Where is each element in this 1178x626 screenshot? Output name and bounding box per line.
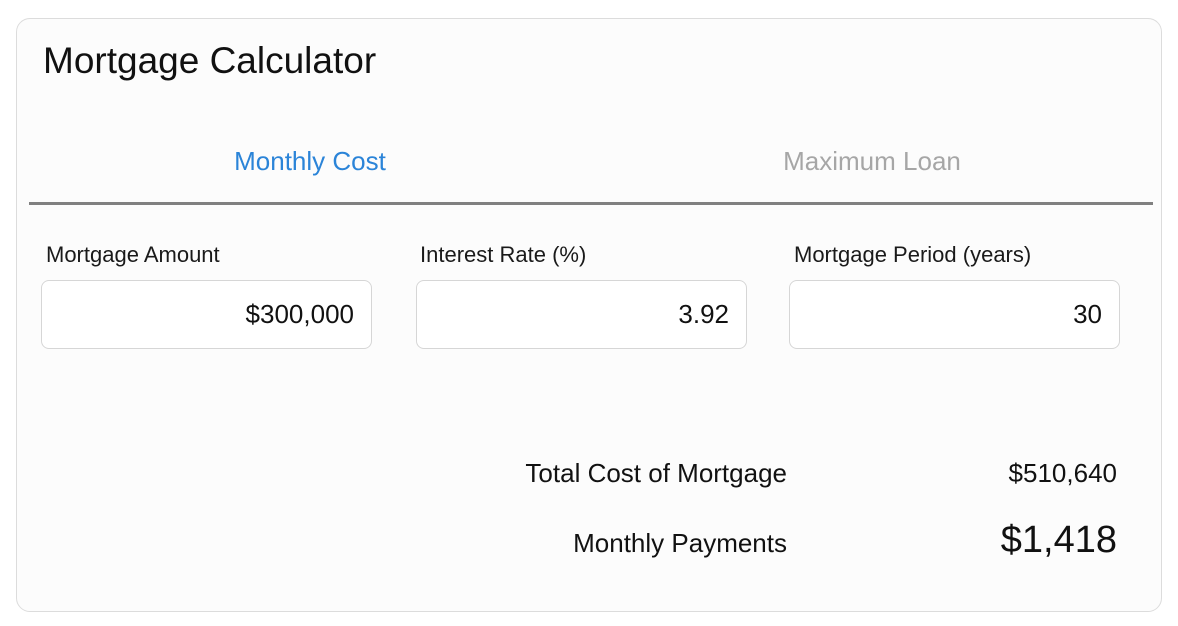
tab-bar: Monthly Cost Maximum Loan	[29, 139, 1153, 205]
total-cost-label: Total Cost of Mortgage	[525, 458, 787, 488]
mortgage-calculator-card: Mortgage Calculator Monthly Cost Maximum…	[16, 18, 1162, 612]
mortgage-amount-input[interactable]	[41, 280, 372, 349]
tab-divider	[29, 202, 1153, 205]
monthly-payments-value: $1,418	[1000, 519, 1117, 561]
tab-monthly-cost[interactable]: Monthly Cost	[29, 139, 591, 205]
interest-rate-input[interactable]	[416, 280, 747, 349]
interest-rate-label: Interest Rate (%)	[420, 242, 587, 267]
tab-maximum-loan[interactable]: Maximum Loan	[591, 139, 1153, 205]
page-title: Mortgage Calculator	[43, 40, 377, 81]
mortgage-period-input[interactable]	[789, 280, 1120, 349]
mortgage-period-label: Mortgage Period (years)	[794, 242, 1032, 267]
total-cost-value: $510,640	[1008, 458, 1117, 488]
mortgage-amount-label: Mortgage Amount	[46, 242, 220, 267]
monthly-payments-label: Monthly Payments	[573, 528, 787, 558]
